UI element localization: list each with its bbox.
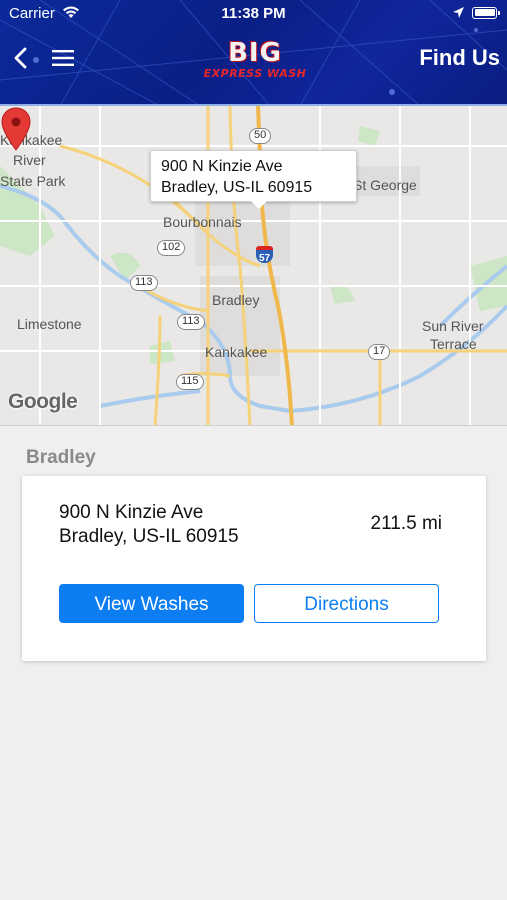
battery-level: [474, 9, 495, 16]
map-view[interactable]: Kankakee River State Park St George Bour…: [0, 106, 507, 426]
highway-shield-113: 113: [130, 275, 158, 291]
logo-subtext: EXPRESS WASH: [203, 67, 307, 80]
place-label-limestone: Limestone: [17, 316, 82, 332]
section-heading: Bradley: [26, 447, 96, 468]
view-washes-button[interactable]: View Washes: [59, 584, 244, 623]
distance-label: 211.5 mi: [370, 513, 442, 534]
place-label-sun-river: Sun River: [422, 318, 484, 334]
place-label-bradley: Bradley: [212, 292, 260, 308]
callout-address-line2: Bradley, US-IL 60915: [161, 179, 313, 196]
map-pin-icon[interactable]: [0, 106, 32, 152]
google-attribution-logo: Google: [8, 390, 78, 413]
page-title: Find Us: [419, 45, 500, 70]
directions-button[interactable]: Directions: [254, 584, 439, 623]
place-label-bourbonnais: Bourbonnais: [163, 214, 242, 230]
interstate-shield-57: 57: [256, 246, 273, 264]
place-label-kankakee: Kankakee: [205, 344, 268, 360]
place-label-kankakee-river-2: River: [13, 152, 46, 168]
highway-shield-102: 102: [157, 240, 186, 256]
status-right-group: [452, 6, 500, 19]
back-chevron-icon[interactable]: [10, 44, 34, 72]
app-header: Carrier 11:38 PM BIG EXPRESS WASH Find U…: [0, 0, 507, 106]
highway-shield-113-b: 113: [177, 314, 205, 330]
brand-logo: BIG EXPRESS WASH: [190, 38, 320, 88]
highway-shield-17: 17: [368, 344, 391, 360]
logo-text: BIG: [228, 38, 282, 68]
callout-address-line1: 900 N Kinzie Ave: [161, 158, 283, 175]
map-callout[interactable]: 900 N Kinzie Ave Bradley, US-IL 60915: [150, 150, 357, 209]
place-label-sun-river-2: Terrace: [430, 336, 477, 352]
place-label-st-george: St George: [353, 177, 417, 193]
battery-icon: [472, 6, 500, 19]
address-line2: Bradley, US-IL 60915: [59, 526, 239, 547]
status-bar: Carrier 11:38 PM: [0, 0, 507, 28]
place-label-kankakee-river-3: State Park: [0, 173, 66, 189]
clock-label: 11:38 PM: [221, 5, 286, 22]
highway-shield-115: 115: [176, 374, 204, 390]
address-line1: 900 N Kinzie Ave: [59, 502, 204, 523]
location-card: 900 N Kinzie Ave Bradley, US-IL 60915 21…: [22, 476, 486, 661]
location-address: 900 N Kinzie Ave Bradley, US-IL 60915: [59, 501, 239, 549]
location-arrow-icon: [453, 7, 464, 18]
highway-shield-50: 50: [249, 128, 272, 144]
hamburger-menu-icon[interactable]: [50, 48, 76, 68]
